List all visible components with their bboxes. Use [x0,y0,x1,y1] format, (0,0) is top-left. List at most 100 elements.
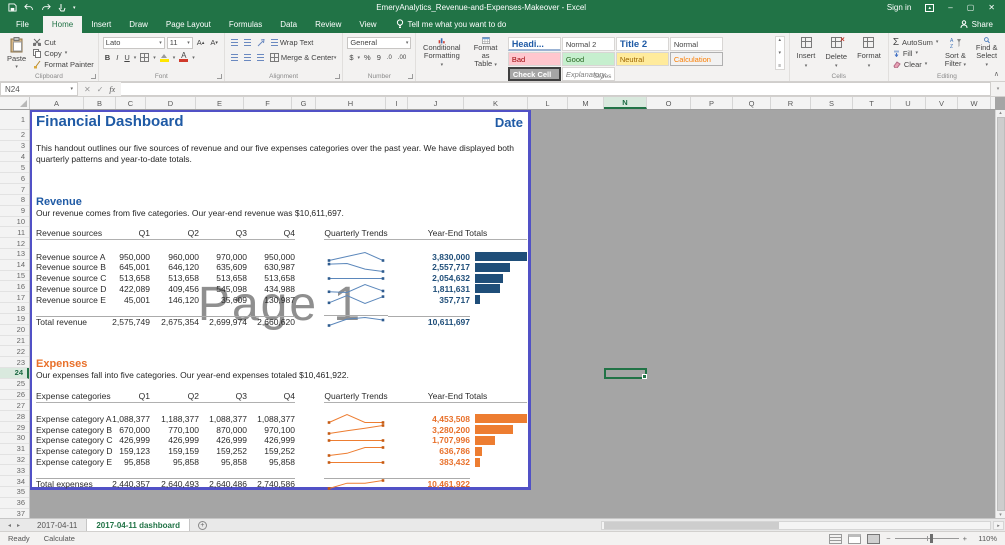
touch-mode-icon[interactable] [58,3,66,12]
align-middle-button[interactable] [242,37,253,49]
style-bad[interactable]: Bad [508,52,561,66]
zoom-out-icon[interactable]: − [886,534,890,543]
align-right-button[interactable] [255,52,266,64]
row-header-37[interactable]: 37 [0,509,29,518]
row-header-29[interactable]: 29 [0,422,29,433]
cell[interactable]: 2,640,486 [199,478,247,489]
sheet-nav-left-icon[interactable]: ◂ [8,522,11,529]
row-header-21[interactable]: 21 [0,336,29,347]
cell[interactable]: Q1 [105,392,150,403]
cell[interactable]: 2,640,493 [150,478,199,489]
cell[interactable]: 513,658 [105,273,150,283]
sparkline[interactable] [324,457,388,468]
sparkline[interactable] [324,273,388,284]
selected-cell[interactable] [604,368,647,379]
data-bar[interactable] [475,458,529,467]
share-button[interactable]: Share [948,16,1005,33]
row-header-28[interactable]: 28 [0,411,29,422]
row-header-22[interactable]: 22 [0,346,29,357]
column-header-C[interactable]: C [116,97,146,109]
delete-cells-button[interactable]: ×Delete▾ [822,36,850,70]
cell[interactable]: 159,252 [199,446,247,456]
tab-view[interactable]: View [350,16,385,33]
cell[interactable]: 970,000 [199,252,247,262]
tab-draw[interactable]: Draw [120,16,157,33]
cell[interactable]: 422,089 [105,284,150,294]
borders-button[interactable] [138,52,151,64]
conditional-formatting-button[interactable]: ConditionalFormatting ▾ [420,36,463,70]
cell[interactable]: 950,000 [247,252,295,262]
column-header-F[interactable]: F [244,97,292,109]
cell[interactable]: Revenue source D [36,284,105,294]
expenses-heading-cell[interactable]: Expenses [36,358,87,370]
cell[interactable]: 513,658 [247,273,295,283]
cell[interactable]: Expense categories [36,392,105,403]
page-break-preview-button[interactable] [867,534,880,544]
row-header-17[interactable]: 17 [0,292,29,303]
cell[interactable]: Total expenses [36,478,105,489]
cell[interactable]: 426,999 [247,435,295,445]
name-box[interactable]: N24▾ [0,82,78,96]
cell[interactable]: 1,088,377 [199,414,247,424]
page-layout-view-button[interactable] [848,534,861,544]
cancel-icon[interactable]: ✕ [84,85,91,94]
new-sheet-button[interactable]: + [190,519,215,531]
cell[interactable]: 3,280,200 [388,425,470,435]
cell[interactable]: Expense category A [36,414,105,424]
row-header-4[interactable]: 4 [0,152,29,163]
tab-home[interactable]: Home [43,16,82,33]
cell[interactable]: 960,000 [150,252,199,262]
cell[interactable]: 513,658 [150,273,199,283]
cell[interactable]: 383,432 [388,457,470,467]
sheet-title-cell[interactable]: Financial Dashboard [36,113,184,130]
align-left-button[interactable] [229,52,240,64]
column-header-W[interactable]: W [958,97,991,109]
cell[interactable]: 95,858 [247,457,295,467]
format-cells-button[interactable]: Format▾ [854,36,884,70]
cell[interactable]: Revenue sources [36,229,105,240]
cell[interactable]: 159,123 [105,446,150,456]
sparkline[interactable] [324,294,388,305]
cell[interactable]: 357,717 [388,295,470,305]
sheet-nav-right-icon[interactable]: ▸ [17,522,20,529]
cell[interactable]: Revenue source B [36,262,105,272]
row-header-19[interactable]: 19 [0,314,29,325]
column-header-V[interactable]: V [926,97,958,109]
date-label-cell[interactable]: Date [495,115,523,130]
cell[interactable]: Q4 [247,392,295,403]
data-bar[interactable] [475,436,529,445]
close-button[interactable]: ✕ [988,4,995,12]
zoom-slider-thumb[interactable] [930,534,933,543]
hscroll-right-icon[interactable]: ▸ [993,521,1004,530]
row-header-13[interactable]: 13 [0,249,29,260]
format-painter-button[interactable]: Format Painter [33,59,94,69]
column-header-J[interactable]: J [408,97,464,109]
sparkline[interactable] [324,424,388,435]
cell[interactable]: 1,088,377 [247,414,295,424]
number-dialog-launcher[interactable] [408,74,413,79]
tab-insert[interactable]: Insert [82,16,120,33]
style-normal-2[interactable]: Normal 2 [562,37,615,51]
enter-icon[interactable]: ✓ [97,85,104,94]
cell[interactable]: Year-End Totals [388,229,527,240]
styles-gallery-scroll[interactable]: ▴▾≡ [775,36,785,70]
cell[interactable]: Q3 [199,392,247,403]
row-header-18[interactable]: 18 [0,303,29,314]
cell[interactable]: Expense category B [36,425,105,435]
row-header-11[interactable]: 11 [0,227,29,238]
cell[interactable]: 545,098 [199,284,247,294]
column-header-I[interactable]: I [386,97,408,109]
save-icon[interactable] [8,3,17,12]
align-top-button[interactable] [229,37,240,49]
style-neutral[interactable]: Neutral [616,52,669,66]
accounting-format-button[interactable]: $ [347,52,355,64]
formula-input[interactable] [121,82,991,96]
column-header-B[interactable]: B [84,97,116,109]
data-bar[interactable] [475,263,529,272]
horizontal-scrollbar[interactable] [601,521,991,530]
cell[interactable]: 630,987 [247,262,295,272]
data-bar[interactable] [475,284,529,293]
increase-decimal-button[interactable]: .0 [385,52,394,64]
clipboard-dialog-launcher[interactable] [91,74,96,79]
cell[interactable]: 870,000 [199,425,247,435]
